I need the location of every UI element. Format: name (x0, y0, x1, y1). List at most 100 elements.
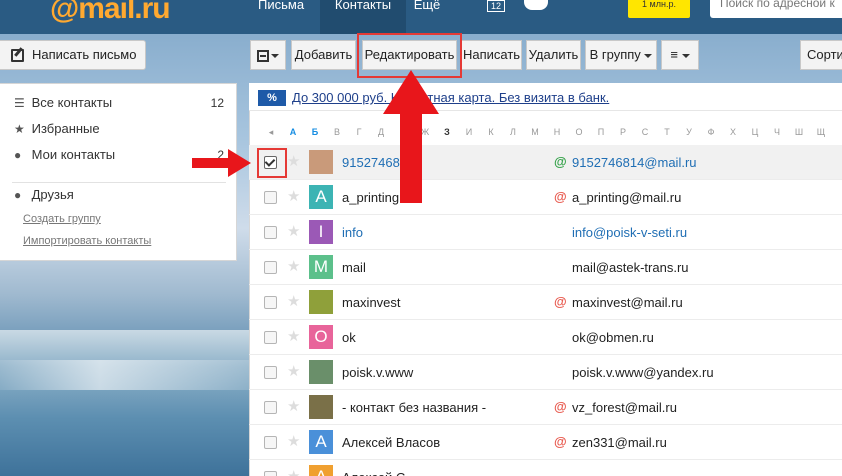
alphabet-prev-icon[interactable]: ◂ (265, 127, 277, 138)
alphabet-letter[interactable]: Ф (705, 127, 717, 137)
compose-button[interactable]: Написать письмо (0, 40, 146, 70)
chevron-down-icon (681, 53, 690, 58)
alphabet-letter[interactable]: В (331, 127, 343, 137)
contact-checkbox[interactable] (264, 261, 277, 274)
alphabet-letter[interactable]: К (485, 127, 497, 137)
contact-email[interactable]: ... (572, 470, 583, 476)
list-icon: ☰ (14, 96, 25, 110)
contact-email[interactable]: a_printing@mail.ru (572, 190, 681, 205)
contact-name[interactable]: Алексей Власов (342, 435, 440, 450)
contact-email[interactable]: maxinvest@mail.ru (572, 295, 683, 310)
import-contacts-link[interactable]: Импортировать контакты (23, 235, 151, 247)
alphabet-letter[interactable]: Л (507, 127, 519, 137)
contact-email[interactable]: poisk.v.www@yandex.ru (572, 365, 714, 380)
alphabet-letter[interactable]: Р (617, 127, 629, 137)
alphabet-letter[interactable]: Н (551, 127, 563, 137)
mailru-logo[interactable]: @mail.ru (50, 0, 171, 26)
contact-row[interactable]: ★ Mmail mail@astek-trans.ru (249, 250, 842, 285)
favorite-star-icon[interactable]: ★ (287, 397, 300, 415)
alphabet-letter[interactable]: Г (353, 127, 365, 137)
contact-row[interactable]: ★ - контакт без названия - @ vz_forest@mail… (249, 390, 842, 425)
alphabet-letter[interactable]: О (573, 127, 585, 137)
alphabet-letter[interactable]: Ч (771, 127, 783, 137)
favorite-star-icon[interactable]: ★ (287, 327, 300, 345)
to-group-dropdown[interactable]: В группу (585, 40, 657, 70)
alphabet-letter[interactable]: И (463, 127, 475, 137)
alphabet-letter[interactable]: С (639, 127, 651, 137)
contact-name[interactable]: maxinvest (342, 295, 401, 310)
alphabet-letter[interactable]: Б (309, 127, 321, 137)
contact-checkbox[interactable] (264, 331, 277, 344)
alphabet-letter[interactable]: А (287, 127, 299, 137)
sidebar-item-favorites[interactable]: ★ Избранные (14, 119, 100, 139)
favorite-star-icon[interactable]: ★ (287, 222, 300, 240)
write-message-button[interactable]: Написать (461, 40, 522, 70)
contact-email[interactable]: 9152746814@mail.ru (572, 155, 697, 170)
contact-email[interactable]: zen331@mail.ru (572, 435, 667, 450)
contacts-search-input[interactable]: Поиск по адресной к (710, 0, 842, 18)
delete-contact-button[interactable]: Удалить (526, 40, 581, 70)
favorite-star-icon[interactable]: ★ (287, 257, 300, 275)
alphabet-letter[interactable]: М (529, 127, 541, 137)
pencil-icon (11, 49, 24, 62)
contact-checkbox[interactable] (264, 296, 277, 309)
nav-contacts[interactable]: Контакты (320, 0, 406, 34)
alphabet-letter[interactable]: Щ (815, 127, 827, 137)
contact-checkbox[interactable] (264, 436, 277, 449)
to-group-label: В группу (589, 47, 641, 62)
contact-checkbox[interactable] (264, 471, 277, 476)
select-all-dropdown[interactable] (250, 40, 286, 70)
favorite-star-icon[interactable]: ★ (287, 467, 300, 476)
alphabet-letter[interactable]: Х (727, 127, 739, 137)
sidebar-item-friends[interactable]: ● Друзья (14, 185, 74, 205)
cloud-icon[interactable] (524, 0, 548, 10)
sidebar-item-all-contacts[interactable]: ☰ Все контакты 12 (14, 93, 224, 113)
sidebar-divider (12, 182, 226, 183)
contact-row[interactable]: ★ Aa_printing @ a_printing@mail.ru (249, 180, 842, 215)
contact-row[interactable]: ★ A Алексей С... (249, 460, 842, 476)
contact-row[interactable]: ★ 915274681 @9152746814@mail.ru (249, 145, 842, 180)
contact-name[interactable]: Алексей С (342, 470, 405, 476)
contact-row[interactable]: ★ maxinvest @ maxinvest@mail.ru (249, 285, 842, 320)
contact-checkbox[interactable] (264, 366, 277, 379)
contact-checkbox[interactable] (264, 401, 277, 414)
alphabet-letter[interactable]: Ш (793, 127, 805, 137)
favorite-star-icon[interactable]: ★ (287, 187, 300, 205)
ad-link[interactable]: До 300 000 руб. Кредитная карта. Без виз… (292, 90, 609, 105)
more-actions-dropdown[interactable]: ≡ (661, 40, 699, 70)
contact-name[interactable]: ok (342, 330, 356, 345)
contact-row[interactable]: ★ A Алексей Власов @ zen331@mail.ru (249, 425, 842, 460)
alphabet-letter[interactable]: Т (661, 127, 673, 137)
contact-name[interactable]: poisk.v.www (342, 365, 413, 380)
contact-name[interactable]: - контакт без названия - (342, 400, 486, 415)
contact-checkbox[interactable] (264, 226, 277, 239)
contact-email[interactable]: info@poisk-v-seti.ru (572, 225, 687, 240)
favorite-star-icon[interactable]: ★ (287, 292, 300, 310)
avatar (309, 150, 333, 174)
nav-more[interactable]: Ещё (406, 0, 448, 34)
contact-checkbox[interactable] (264, 191, 277, 204)
create-group-link[interactable]: Создать группу (23, 213, 101, 225)
favorite-star-icon[interactable]: ★ (287, 362, 300, 380)
nav-letters[interactable]: Письма (258, 0, 320, 34)
alphabet-letter[interactable]: Ц (749, 127, 761, 137)
contact-row[interactable]: ★ poisk.v.www poisk.v.www@yandex.ru (249, 355, 842, 390)
contact-email[interactable]: vz_forest@mail.ru (572, 400, 677, 415)
sort-dropdown[interactable]: Сорти (800, 40, 842, 70)
favorite-star-icon[interactable]: ★ (287, 432, 300, 450)
contact-name[interactable]: info (342, 225, 363, 240)
alphabet-letter[interactable]: З (441, 127, 453, 137)
calendar-icon[interactable]: 12 (487, 0, 505, 12)
add-contact-button[interactable]: Добавить (291, 40, 356, 70)
contact-row[interactable]: ★ Ook ok@obmen.ru (249, 320, 842, 355)
mailru-agent-icon: @ (554, 399, 567, 414)
contact-name[interactable]: mail (342, 260, 366, 275)
contact-email[interactable]: mail@astek-trans.ru (572, 260, 689, 275)
favorite-star-icon[interactable]: ★ (287, 152, 300, 170)
alphabet-letter[interactable]: У (683, 127, 695, 137)
million-promo-badge[interactable]: 1 млн.р. (628, 0, 690, 18)
avatar (309, 395, 333, 419)
alphabet-letter[interactable]: П (595, 127, 607, 137)
contact-email[interactable]: ok@obmen.ru (572, 330, 654, 345)
contact-row[interactable]: ★ Iinfo info@poisk-v-seti.ru (249, 215, 842, 250)
